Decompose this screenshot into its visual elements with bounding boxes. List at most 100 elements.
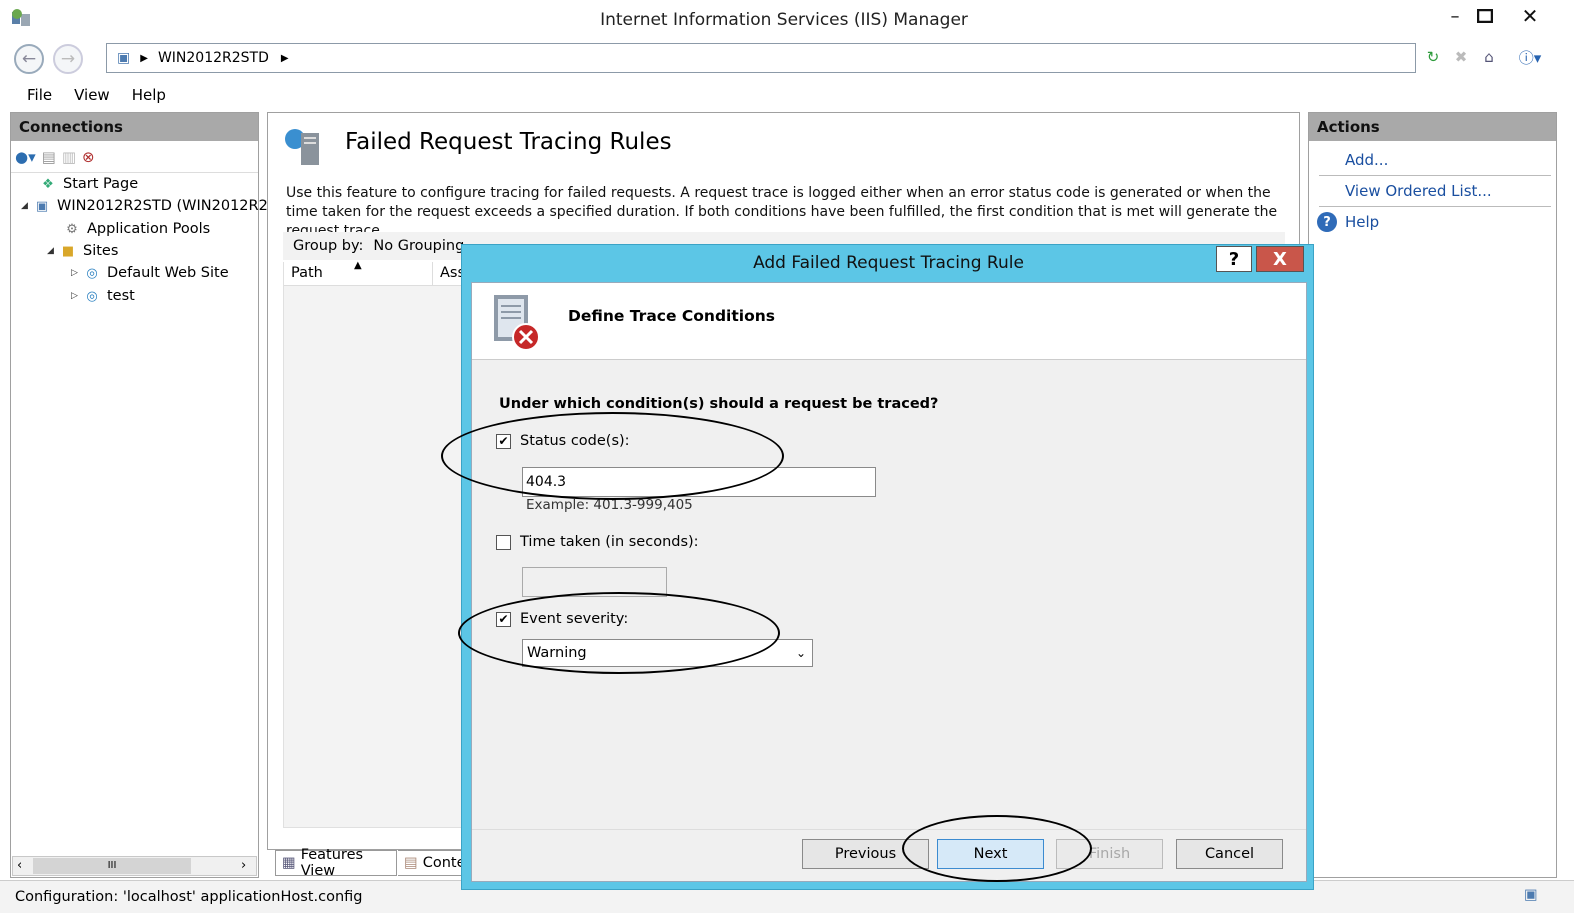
- previous-button[interactable]: Previous: [802, 839, 929, 869]
- disconnect-icon[interactable]: ⊗: [82, 148, 95, 166]
- tab-label: Conte: [422, 855, 466, 871]
- forward-button[interactable]: →: [53, 44, 83, 74]
- action-divider: [1319, 206, 1551, 207]
- page-title: Failed Request Tracing Rules: [345, 129, 672, 155]
- time-taken-label: Time taken (in seconds):: [520, 534, 699, 550]
- status-text: Configuration: 'localhost' applicationHo…: [15, 889, 363, 905]
- connections-title: Connections: [11, 113, 258, 141]
- status-code-checkbox[interactable]: ✔: [496, 433, 511, 449]
- tree-label: Sites: [83, 243, 119, 259]
- action-view-ordered-list[interactable]: View Ordered List...: [1345, 182, 1492, 200]
- actions-panel: Actions Add... View Ordered List... ? He…: [1308, 112, 1557, 878]
- add-rule-dialog: Add Failed Request Tracing Rule ? X Defi…: [461, 244, 1314, 890]
- tab-features-view[interactable]: ▦ Features View: [275, 847, 397, 879]
- refresh-icon[interactable]: ↻: [1421, 45, 1445, 69]
- back-button[interactable]: ←: [14, 44, 44, 74]
- address-bar[interactable]: ▣ ▶ WIN2012R2STD ▶: [106, 43, 1416, 73]
- wizard-step-title: Define Trace Conditions: [568, 307, 775, 325]
- time-taken-input[interactable]: [522, 567, 667, 597]
- tree-label: Start Page: [63, 176, 139, 192]
- event-severity-checkbox[interactable]: ✔: [496, 611, 511, 627]
- features-view-icon: ▦: [282, 855, 296, 871]
- server-icon: ▣: [35, 198, 49, 214]
- help-icon: ?: [1317, 212, 1337, 232]
- title-bar: Internet Information Services (IIS) Mana…: [0, 0, 1574, 40]
- tree-label: Default Web Site: [107, 265, 229, 281]
- dialog-help-button[interactable]: ?: [1216, 246, 1252, 272]
- close-icon[interactable]: ✕: [1513, 3, 1547, 29]
- collapse-icon[interactable]: ◢: [21, 201, 33, 211]
- tree-label: WIN2012R2STD (WIN2012R2S: [57, 198, 278, 214]
- action-help[interactable]: Help: [1345, 213, 1379, 231]
- finish-button[interactable]: Finish: [1056, 839, 1163, 869]
- column-divider[interactable]: [432, 262, 433, 286]
- tree-label: Application Pools: [87, 221, 211, 237]
- tab-content-view[interactable]: ▤ Conte: [398, 850, 468, 876]
- event-severity-value: Warning: [527, 645, 587, 661]
- tree-default-site[interactable]: ▷ ◎ Default Web Site: [71, 264, 229, 282]
- breadcrumb-arrow-icon[interactable]: ▶: [281, 53, 289, 64]
- dialog-header: Define Trace Conditions: [472, 283, 1306, 360]
- home-icon[interactable]: ⌂: [1477, 45, 1501, 69]
- save-icon[interactable]: ▤: [42, 148, 56, 166]
- actions-title: Actions: [1309, 113, 1556, 141]
- start-page-icon: ❖: [42, 176, 54, 192]
- dialog-body: Define Trace Conditions Under which cond…: [471, 282, 1307, 882]
- event-severity-label: Event severity:: [520, 611, 629, 627]
- tab-label: Features View: [300, 847, 364, 879]
- status-code-input[interactable]: 404.3: [522, 467, 876, 497]
- group-by-label: Group by:: [293, 238, 364, 254]
- expand-icon[interactable]: ▷: [71, 268, 83, 278]
- tree-label: test: [107, 288, 135, 304]
- column-path[interactable]: Path: [291, 265, 323, 281]
- status-code-option: ✔ Status code(s):: [496, 433, 630, 449]
- maximize-icon[interactable]: [1468, 3, 1502, 29]
- event-severity-select[interactable]: Warning ⌄: [522, 639, 813, 667]
- tree-start-page[interactable]: ❖ Start Page: [39, 175, 138, 193]
- cancel-button[interactable]: Cancel: [1176, 839, 1283, 869]
- up-icon[interactable]: ▥: [62, 148, 76, 166]
- menu-view[interactable]: View: [74, 86, 110, 104]
- sort-ascending-icon: ▲: [354, 260, 362, 271]
- tree-test-site[interactable]: ▷ ◎ test: [71, 287, 135, 305]
- server-icon: ▣: [117, 50, 131, 66]
- status-code-example: Example: 401.3-999,405: [526, 497, 693, 513]
- connections-scrollbar[interactable]: ‹ III ›: [12, 856, 257, 876]
- folder-icon: ■: [61, 243, 75, 259]
- dialog-close-button[interactable]: X: [1256, 246, 1304, 272]
- network-icon: ▣: [1524, 887, 1538, 903]
- group-by-select[interactable]: No Grouping: [373, 238, 464, 254]
- globe-icon: ◎: [86, 265, 98, 281]
- help-icon[interactable]: ⓘ▾: [1512, 45, 1548, 69]
- menu-help[interactable]: Help: [132, 86, 166, 104]
- content-view-icon: ▤: [404, 855, 418, 871]
- scroll-thumb[interactable]: III: [33, 858, 191, 874]
- dialog-title: Add Failed Request Tracing Rule: [753, 253, 1024, 273]
- menu-file[interactable]: File: [27, 86, 52, 104]
- action-add[interactable]: Add...: [1345, 151, 1388, 169]
- next-button[interactable]: Next: [937, 839, 1044, 869]
- stop-icon[interactable]: ✖: [1449, 45, 1473, 69]
- connect-icon[interactable]: ●▾: [15, 148, 36, 166]
- time-taken-checkbox[interactable]: [496, 534, 511, 550]
- scroll-left-icon[interactable]: ‹: [17, 858, 22, 873]
- app-pools-icon: ⚙: [66, 221, 78, 237]
- tree-app-pools[interactable]: ⚙ Application Pools: [63, 220, 210, 238]
- status-code-label: Status code(s):: [520, 433, 630, 449]
- tree-server[interactable]: ◢ ▣ WIN2012R2STD (WIN2012R2S: [21, 197, 277, 215]
- action-divider: [1319, 175, 1551, 176]
- collapse-icon[interactable]: ◢: [47, 246, 59, 256]
- time-taken-option: Time taken (in seconds):: [496, 534, 699, 550]
- breadcrumb-server[interactable]: WIN2012R2STD: [158, 50, 269, 66]
- minimize-icon[interactable]: –: [1438, 3, 1472, 29]
- scroll-right-icon[interactable]: ›: [241, 858, 246, 873]
- feature-icon: [283, 127, 325, 167]
- expand-icon[interactable]: ▷: [71, 291, 83, 301]
- connections-panel: Connections ●▾ ▤ ▥ ⊗ ❖ Start Page ◢ ▣ WI…: [10, 112, 277, 878]
- tree-sites[interactable]: ◢ ■ Sites: [47, 242, 118, 260]
- breadcrumb-arrow-icon[interactable]: ▶: [140, 53, 148, 64]
- chevron-down-icon: ⌄: [795, 646, 806, 660]
- trace-rule-icon: [488, 291, 544, 353]
- menu-bar: File View Help: [0, 82, 1574, 108]
- question-label: Under which condition(s) should a reques…: [499, 396, 939, 412]
